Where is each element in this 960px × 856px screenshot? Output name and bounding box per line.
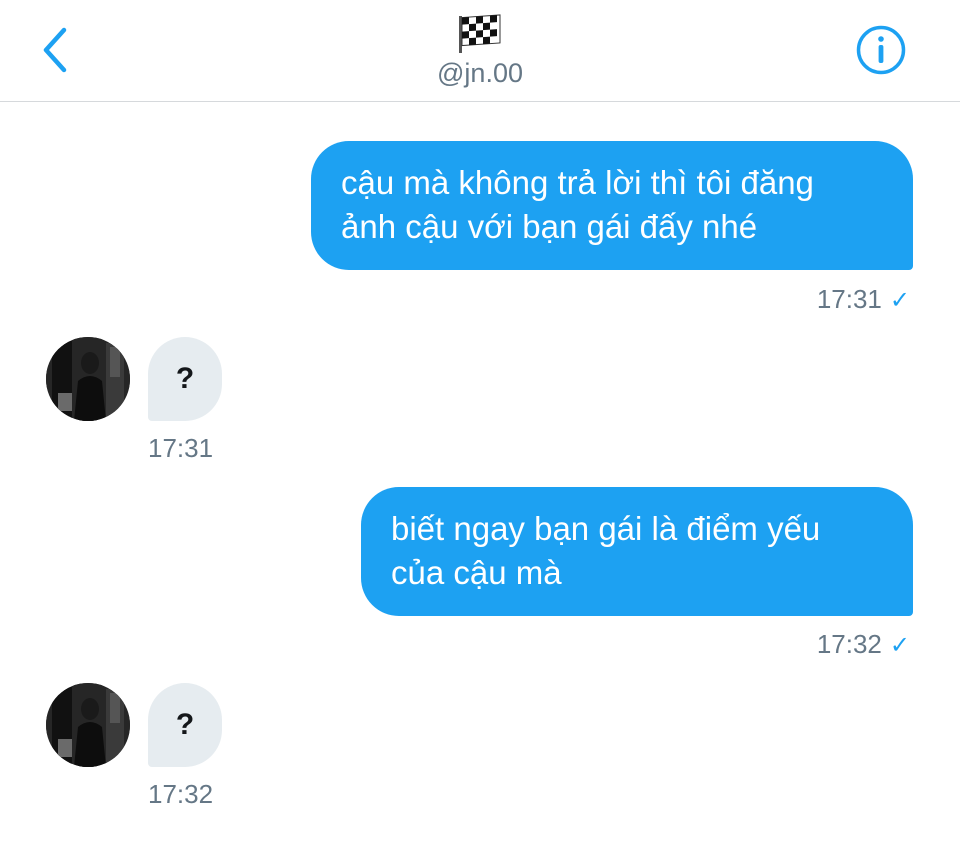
incoming-message-bubble[interactable]: ? bbox=[148, 337, 222, 421]
avatar[interactable] bbox=[46, 337, 130, 421]
message-line: của cậu mà bbox=[391, 554, 562, 591]
message-timestamp: 17:31 ✓ bbox=[710, 284, 910, 315]
info-button[interactable] bbox=[855, 24, 907, 76]
message-line: ảnh cậu với bạn gái đấy nhé bbox=[341, 208, 758, 245]
message-timestamp: 17:32 ✓ bbox=[710, 629, 910, 660]
info-icon bbox=[856, 25, 906, 75]
message-timestamp: 17:31 bbox=[148, 433, 214, 463]
incoming-message-bubble[interactable]: ? bbox=[148, 683, 222, 767]
conversation-header: @jn.00 bbox=[0, 0, 960, 102]
checkered-flag-icon bbox=[456, 14, 502, 54]
message-line: cậu mà không trả lời thì tôi đăng bbox=[341, 164, 814, 201]
message-timestamp: 17:32 bbox=[148, 779, 214, 809]
sent-check-icon: ✓ bbox=[889, 287, 910, 314]
outgoing-message-bubble[interactable]: biết ngay bạn gái là điểm yếu của cậu mà bbox=[361, 487, 913, 616]
back-button[interactable] bbox=[36, 24, 76, 76]
outgoing-message-bubble[interactable]: cậu mà không trả lời thì tôi đăng ảnh cậ… bbox=[311, 141, 913, 270]
timestamp-text: 17:31 bbox=[816, 284, 882, 314]
timestamp-text: 17:32 bbox=[816, 629, 882, 659]
chevron-left-icon bbox=[43, 27, 67, 73]
user-handle[interactable]: @jn.00 bbox=[380, 58, 580, 89]
avatar[interactable] bbox=[46, 683, 130, 767]
message-line: biết ngay bạn gái là điểm yếu bbox=[391, 510, 821, 547]
sent-check-icon: ✓ bbox=[889, 632, 910, 659]
